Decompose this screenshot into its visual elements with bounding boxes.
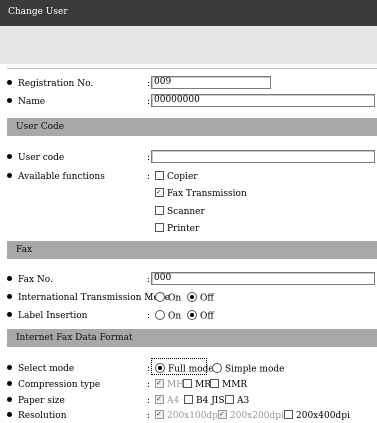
- section-internet-fax: Internet Fax Data Format: [7, 329, 377, 347]
- checkbox-checked-icon[interactable]: [155, 188, 164, 197]
- colon: :: [147, 79, 151, 89]
- compression-mr[interactable]: MR: [183, 379, 211, 390]
- bullet-icon: [7, 276, 12, 281]
- simple-mode-radio[interactable]: Simple mode: [212, 363, 284, 375]
- compression-label: Compression type: [7, 380, 100, 390]
- colon: :: [147, 275, 151, 285]
- bullet-icon: [7, 397, 12, 402]
- paper-a3[interactable]: A3: [225, 395, 249, 406]
- resolution-200x200: 200x200dpi: [218, 410, 284, 421]
- checkbox-checked-icon: [155, 379, 164, 388]
- checkbox-icon[interactable]: [225, 395, 234, 404]
- radio-icon[interactable]: [212, 363, 222, 373]
- bullet-icon: [7, 154, 12, 159]
- divider: [7, 68, 377, 69]
- bullet-icon: [7, 98, 12, 103]
- section-user-code: User Code: [7, 118, 377, 136]
- bullet-icon: [7, 312, 12, 317]
- bullet-icon: [7, 381, 12, 386]
- bullet-icon: [7, 80, 12, 85]
- radio-icon[interactable]: [155, 292, 165, 302]
- checkbox-icon[interactable]: [210, 379, 219, 388]
- function-printer[interactable]: Printer: [155, 223, 199, 234]
- radio-selected-icon[interactable]: [187, 310, 197, 320]
- section-fax: Fax: [7, 241, 377, 259]
- checkbox-checked-icon: [155, 395, 164, 404]
- paper-a4: A4: [155, 395, 179, 406]
- toolbar-area: [0, 26, 377, 64]
- registration-input[interactable]: 009: [151, 76, 271, 89]
- checkbox-icon[interactable]: [155, 171, 164, 180]
- colon: :: [147, 396, 151, 406]
- radio-selected-icon[interactable]: [155, 363, 165, 373]
- bullet-icon: [7, 412, 12, 417]
- colon: :: [147, 364, 151, 374]
- label-insertion-label: Label Insertion: [7, 311, 87, 321]
- compression-mh: MH: [155, 379, 184, 390]
- name-label: Name: [7, 97, 45, 107]
- compression-mmr[interactable]: MMR: [210, 379, 247, 390]
- intl-off-radio[interactable]: Off: [187, 292, 214, 304]
- resolution-200x100: 200x100dpi: [155, 410, 221, 421]
- title-bar: Change User: [0, 0, 377, 26]
- checkbox-checked-icon: [155, 410, 164, 419]
- colon: :: [147, 153, 151, 163]
- resolution-label: Resolution: [7, 411, 67, 421]
- colon: :: [148, 293, 152, 303]
- fax-no-label: Fax No.: [7, 275, 53, 285]
- function-fax-transmission[interactable]: Fax Transmission: [155, 188, 247, 199]
- colon: :: [147, 411, 151, 421]
- select-mode-label: Select mode: [7, 364, 74, 374]
- checkbox-icon[interactable]: [184, 395, 193, 404]
- label-off-radio[interactable]: Off: [187, 310, 214, 322]
- colon: :: [147, 172, 151, 182]
- radio-icon[interactable]: [155, 310, 165, 320]
- window-title: Change User: [8, 7, 68, 17]
- checkbox-icon[interactable]: [155, 206, 164, 215]
- function-copier[interactable]: Copier: [155, 171, 198, 182]
- user-code-input[interactable]: [151, 150, 375, 163]
- function-scanner[interactable]: Scanner: [155, 206, 205, 217]
- checkbox-icon[interactable]: [155, 223, 164, 232]
- colon: :: [147, 380, 151, 390]
- colon: :: [147, 97, 151, 107]
- bullet-icon: [7, 294, 12, 299]
- available-functions-label: Available functions: [7, 172, 105, 182]
- label-on-radio[interactable]: On: [155, 310, 181, 322]
- intl-on-radio[interactable]: On: [155, 292, 181, 304]
- checkbox-checked-icon: [218, 410, 227, 419]
- colon: :: [147, 311, 151, 321]
- bullet-icon: [7, 173, 12, 178]
- full-mode-radio[interactable]: Full mode: [155, 363, 214, 375]
- intl-mode-label: International Transmission Mode: [7, 293, 170, 303]
- user-code-label: User code: [7, 153, 64, 163]
- checkbox-icon[interactable]: [284, 410, 293, 419]
- radio-selected-icon[interactable]: [187, 292, 197, 302]
- paper-size-label: Paper size: [7, 396, 65, 406]
- name-input[interactable]: 00000000: [151, 94, 375, 107]
- checkbox-icon[interactable]: [183, 379, 192, 388]
- registration-label: Registration No.: [7, 79, 93, 89]
- paper-b4-jis[interactable]: B4 JIS: [184, 395, 225, 406]
- bullet-icon: [7, 365, 12, 370]
- resolution-200x400[interactable]: 200x400dpi: [284, 410, 350, 421]
- fax-no-input[interactable]: 000: [151, 272, 375, 285]
